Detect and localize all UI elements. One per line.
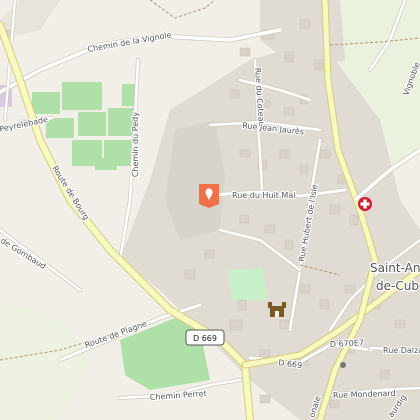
shield-label: D 669 [193, 334, 217, 343]
road-shield-d669: D 669 [185, 329, 225, 346]
label-rue-dalza: Rue Dalza [383, 346, 420, 355]
label-d670e7: D 670E7 [330, 338, 365, 349]
location-pin-icon[interactable] [199, 184, 219, 208]
town-label-line1: Saint-An [370, 261, 420, 275]
park-area [228, 268, 268, 300]
map-svg: Chemin de la Vignole Peyrelebade Route d… [0, 0, 420, 420]
grey-landuse [165, 120, 225, 240]
hospital-icon[interactable] [358, 197, 372, 211]
label-chemin-pedy: Chemin du Pedy [131, 112, 140, 177]
label-rue-huit-mai: Rue du Huit Mai [232, 191, 295, 200]
map-canvas[interactable]: Chemin de la Vignole Peyrelebade Route d… [0, 0, 420, 420]
parking-icon [340, 362, 346, 368]
town-label-line2: de-Cub [376, 279, 419, 293]
